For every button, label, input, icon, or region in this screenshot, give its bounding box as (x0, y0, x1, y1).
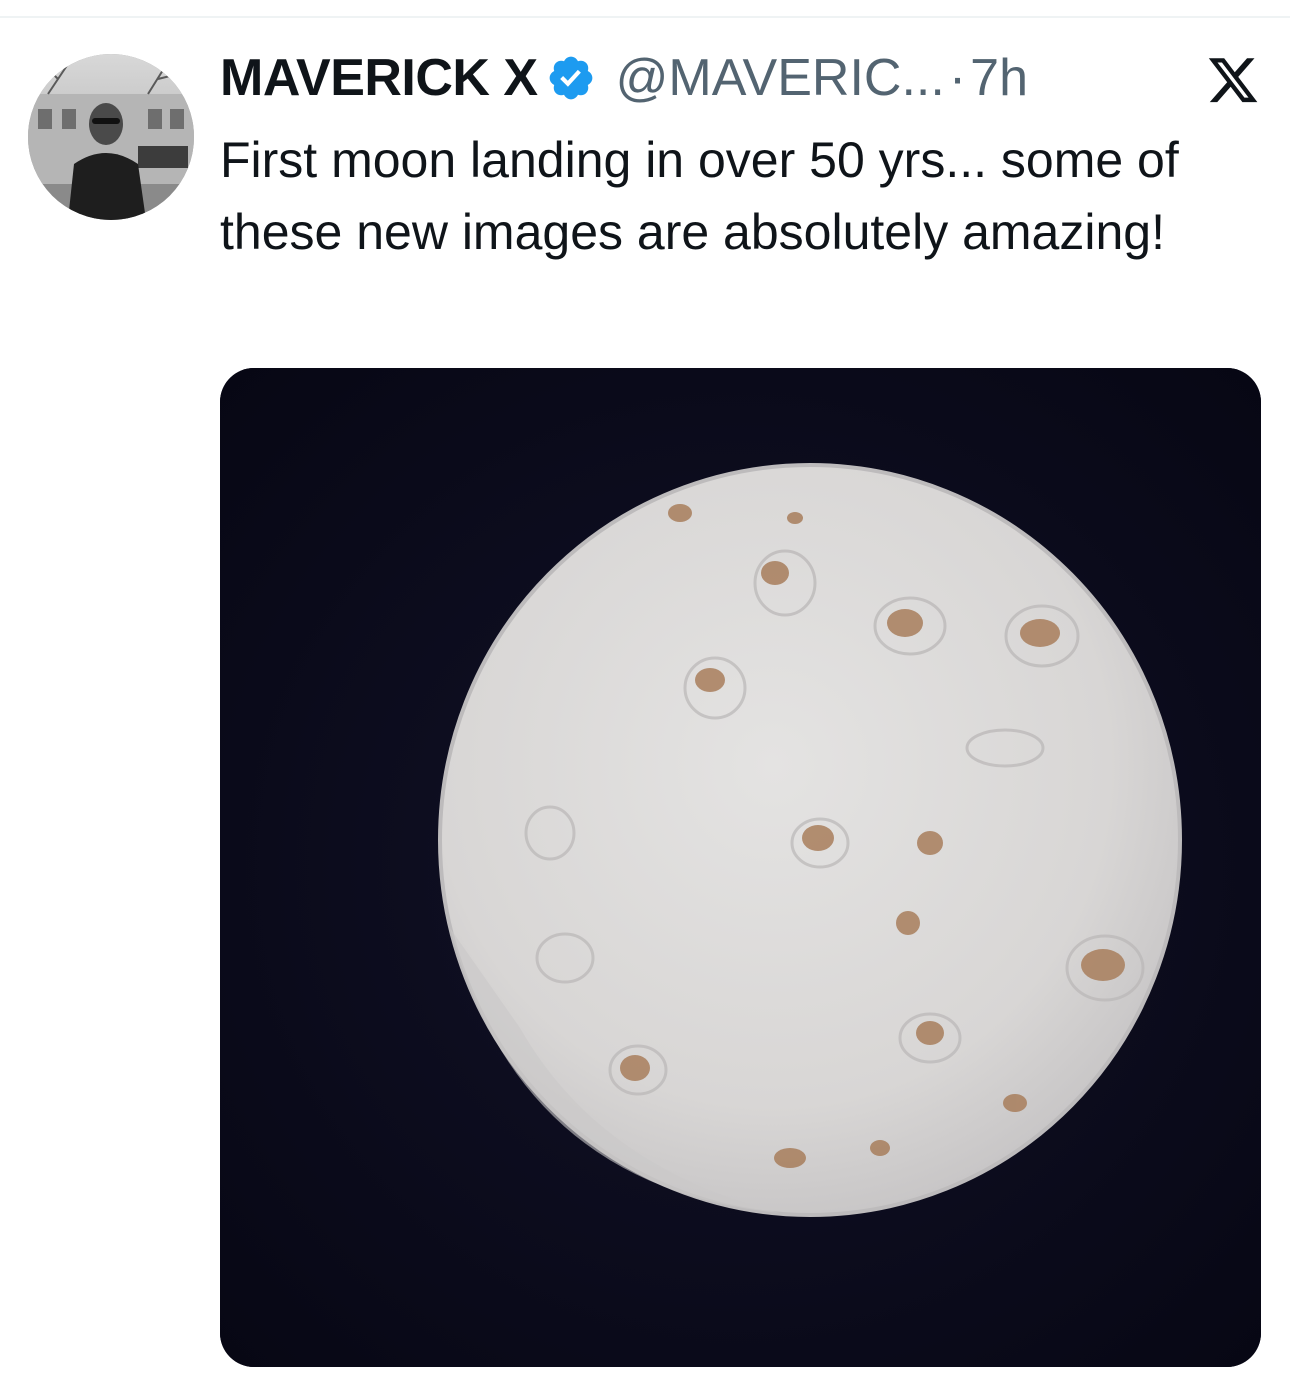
tweet-header: MAVERICK X @MAVERIC... · 7h (220, 48, 1028, 108)
avatar-photo (28, 54, 194, 220)
separator-dot: · (948, 49, 967, 107)
tweet-text: First moon landing in over 50 yrs... som… (220, 132, 1179, 260)
timestamp[interactable]: 7h (970, 48, 1028, 108)
avatar[interactable] (28, 54, 194, 220)
tweet-media-image[interactable] (220, 368, 1261, 1367)
top-divider (0, 16, 1290, 18)
tortilla-photo (220, 368, 1261, 1367)
user-handle[interactable]: @MAVERIC... (616, 48, 945, 108)
display-name[interactable]: MAVERICK X (220, 48, 538, 108)
x-logo-icon[interactable] (1206, 58, 1260, 108)
verified-badge-icon[interactable] (546, 53, 596, 103)
